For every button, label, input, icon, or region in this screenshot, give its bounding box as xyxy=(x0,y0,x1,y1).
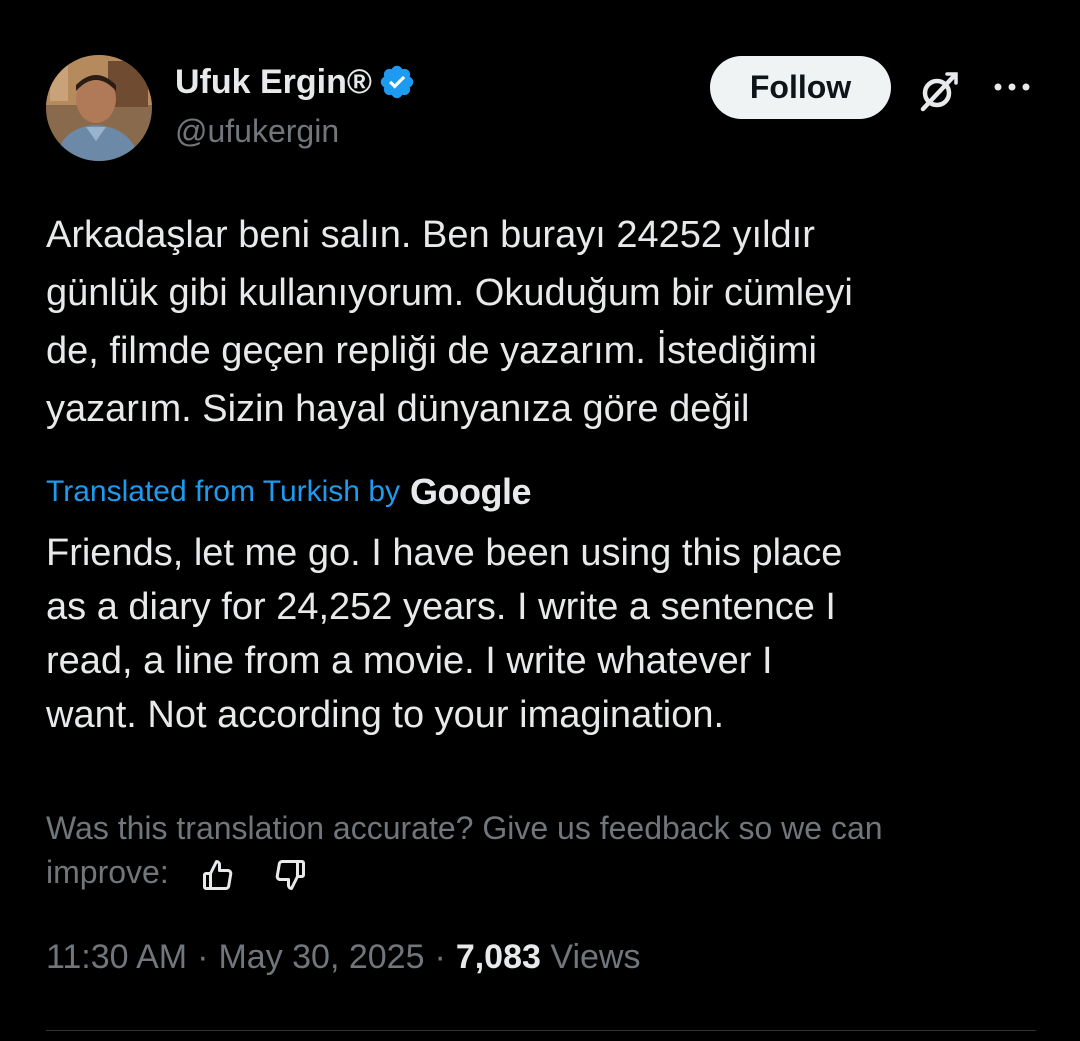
tweet-meta: 11:30 AM · May 30, 2025 · 7,083 Views xyxy=(46,938,640,977)
translation-text-line: as a diary for 24,252 years. I write a s… xyxy=(46,586,836,628)
author-name-row[interactable]: Ufuk Ergin® xyxy=(175,58,416,106)
thumbs-up-icon[interactable] xyxy=(200,857,236,893)
feedback-improve-label: improve: xyxy=(46,854,169,890)
views-count: 7,083 xyxy=(455,938,541,976)
meta-separator: · xyxy=(434,938,446,976)
tweet-date[interactable]: May 30, 2025 xyxy=(218,938,424,977)
views-label: Views xyxy=(550,938,641,976)
feedback-question: Was this translation accurate? Give us f… xyxy=(46,810,883,846)
divider xyxy=(46,1030,1036,1031)
meta-separator: · xyxy=(197,938,209,976)
translation-text-line: want. Not according to your imagination. xyxy=(46,694,725,736)
translation-text-line: read, a line from a movie. I write whate… xyxy=(46,640,773,682)
grok-icon[interactable] xyxy=(914,68,962,116)
tweet-text-line: Arkadaşlar beni salın. Ben burayı 24252 … xyxy=(46,214,815,256)
tweet-text-line: de, filmde geçen repliği de yazarım. İst… xyxy=(46,330,817,372)
tweet-time[interactable]: 11:30 AM xyxy=(46,938,187,977)
avatar[interactable] xyxy=(46,55,152,161)
translation-text: Friends, let me go. I have been using th… xyxy=(46,526,1046,742)
tweet-text: Arkadaşlar beni salın. Ben burayı 24252 … xyxy=(46,206,1046,438)
more-icon[interactable] xyxy=(990,72,1034,102)
tweet-text-line: günlük gibi kullanıyorum. Okuduğum bir c… xyxy=(46,272,853,314)
feedback-line-2: improve: xyxy=(46,850,1046,894)
translated-from-label[interactable]: Translated from Turkish by xyxy=(46,475,400,509)
verified-badge-icon xyxy=(380,65,414,99)
translation-feedback: Was this translation accurate? Give us f… xyxy=(46,806,1046,894)
translation-text-line: Friends, let me go. I have been using th… xyxy=(46,532,843,574)
views[interactable]: 7,083 Views xyxy=(456,938,641,977)
tweet-text-line: yazarım. Sizin hayal dünyanıza göre deği… xyxy=(46,388,750,430)
author-handle[interactable]: @ufukergin xyxy=(175,113,339,150)
google-logo: Google xyxy=(410,471,532,512)
translation-attribution[interactable]: Translated from Turkish by Google xyxy=(46,468,532,516)
thumbs-down-icon[interactable] xyxy=(272,857,308,893)
display-name[interactable]: Ufuk Ergin® xyxy=(175,63,372,102)
feedback-icons xyxy=(200,857,308,893)
avatar-photo xyxy=(46,55,152,161)
follow-button[interactable]: Follow xyxy=(710,56,891,119)
